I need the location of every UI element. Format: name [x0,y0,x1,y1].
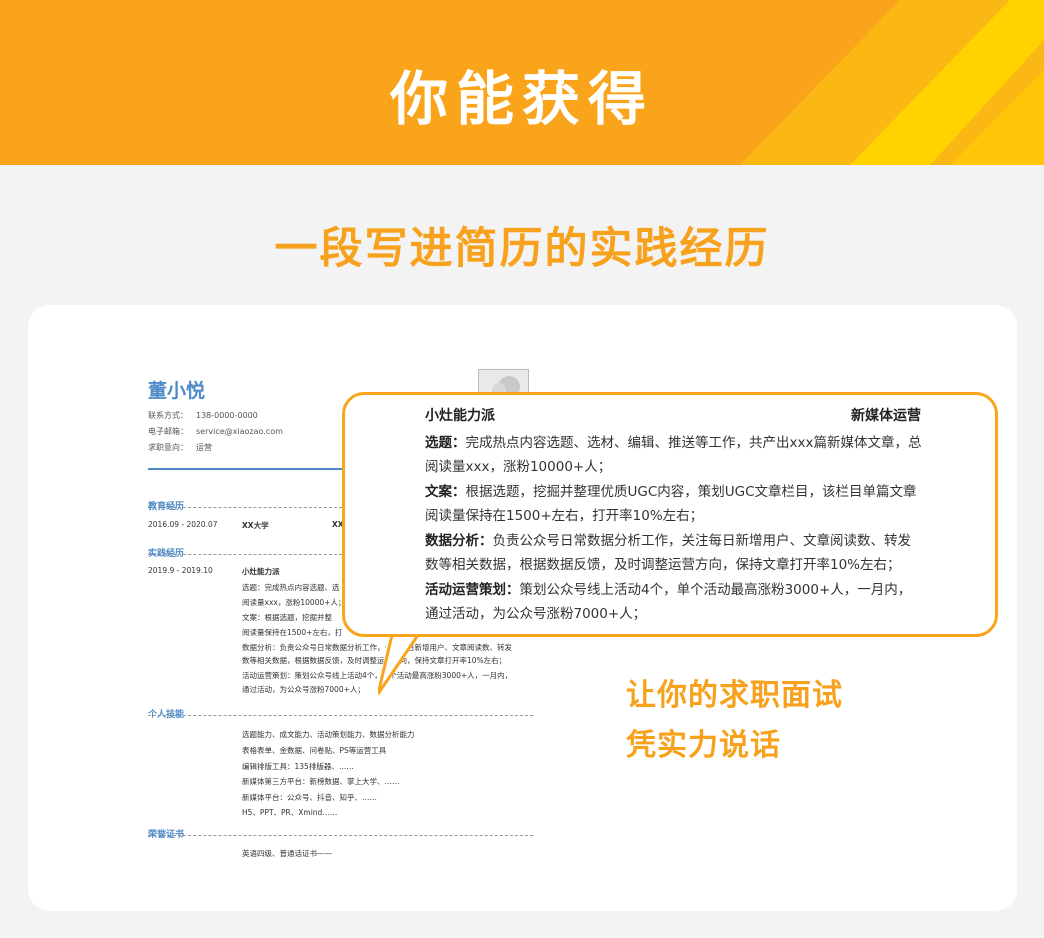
banner-title: 你能获得 [389,65,654,133]
item-text: 完成热点内容选题、选材、编辑、推送等工作，共产出xxx篇新媒体文章，总 [465,435,922,451]
practice-line: 选题：完成热点内容选题、选 [242,583,340,592]
education-period: 2016.09 - 2020.07 [148,520,218,529]
contact-value: service@xiaozao.com [196,427,283,436]
practice-line: 数据分析：负责公众号日常数据分析工作，关注每日新增用户、文章阅读数、转发 [242,643,512,652]
item-text: 阅读量xxx，涨粉10000+人； [425,459,612,475]
item-text: 数等相关数据，根据数据反馈，及时调整运营方向，保持文章打开率10%左右； [425,557,901,573]
skill-line: 表格表单、金数据、问卷贴、PS等运营工具 [242,746,387,755]
practice-line: 通过活动，为公众号涨粉7000+人； [242,685,365,694]
contact-label: 联系方式： [148,411,188,420]
education-school: XX大学 [242,521,269,530]
item-label: 选题： [425,435,466,451]
section-title: 个人技能 [148,710,185,720]
resume-section-honors: 荣誉证书 [148,822,533,840]
bubble-item: 数据分析：负责公众号日常数据分析工作，关注每日新增用户、文章阅读数、转发 数等相… [425,529,935,577]
contact-value: 运营 [196,443,212,452]
practice-line: 阅读量xxx，涨粉10000+人； [242,598,346,607]
contact-value: 138-0000-0000 [196,411,258,420]
practice-org: 小灶能力派 [242,567,280,576]
item-text: 阅读量保持在1500+左右，打开率10%左右； [425,508,704,524]
callout-bubble: 小灶能力派 新媒体运营 选题：完成热点内容选题、选材、编辑、推送等工作，共产出x… [342,392,998,637]
section-title: 教育经历 [148,502,185,512]
item-text: 负责公众号日常数据分析工作，关注每日新增用户、文章阅读数、转发 [492,533,912,549]
bubble-item: 文案：根据选题，挖掘并整理优质UGC内容，策划UGC文章栏目，该栏目单篇文章 阅… [425,480,935,528]
item-text: 根据选题，挖掘并整理优质UGC内容，策划UGC文章栏目，该栏目单篇文章 [465,484,917,500]
item-label: 数据分析： [425,533,493,549]
contact-label: 求职意向： [148,443,188,452]
bubble-item: 选题：完成热点内容选题、选材、编辑、推送等工作，共产出xxx篇新媒体文章，总 阅… [425,431,935,479]
practice-line: 数等相关数据，根据数据反馈，及时调整运营方向，保持文章打开率10%左右； [242,656,507,665]
practice-period: 2019.9 - 2019.10 [148,566,213,575]
bubble-org: 小灶能力派 [425,408,495,424]
item-text: 策划公众号线上活动4个，单个活动最高涨粉3000+人，一月内， [519,582,912,598]
section-subtitle: 一段写进简历的实践经历 [274,224,770,274]
contact-label: 电子邮箱： [148,427,188,436]
practice-line: 文案：根据选题，挖掘并整 [242,613,332,622]
item-label: 文案： [425,484,466,500]
item-text: 通过活动，为公众号涨粉7000+人； [425,606,647,622]
slogan-line: 凭实力说话 [626,728,781,763]
skill-line: 选题能力、成文能力、活动策划能力、数据分析能力 [242,730,415,739]
slogan-line: 让你的求职面试 [626,678,843,713]
honor-line: 英语四级、普通话证书—— [242,849,332,858]
item-label: 活动运营策划： [425,582,520,598]
skill-line: 新媒体平台：公众号、抖音、知乎、…… [242,793,377,802]
section-title: 实践经历 [148,549,185,559]
section-title: 荣誉证书 [148,830,185,840]
skill-line: 编辑排版工具：135排版器、…… [242,762,354,771]
skill-line: 新媒体第三方平台：新榜数据、掌上大学、…… [242,777,400,786]
bubble-role: 新媒体运营 [851,408,921,424]
resume-contact: 联系方式： 138-0000-0000 电子邮箱： service@xiaozao.… [148,408,283,456]
skill-line: H5、PPT、PR、Xmind…… [242,808,338,817]
bubble-tail [378,634,420,695]
practice-line: 阅读量保持在1500+左右，打 [242,628,343,637]
resume-section-skills: 个人技能 [148,702,533,720]
bubble-item: 活动运营策划：策划公众号线上活动4个，单个活动最高涨粉3000+人，一月内， 通… [425,578,935,626]
resume-name: 董小悦 [148,380,206,402]
header-banner: 你能获得 [0,0,1044,165]
